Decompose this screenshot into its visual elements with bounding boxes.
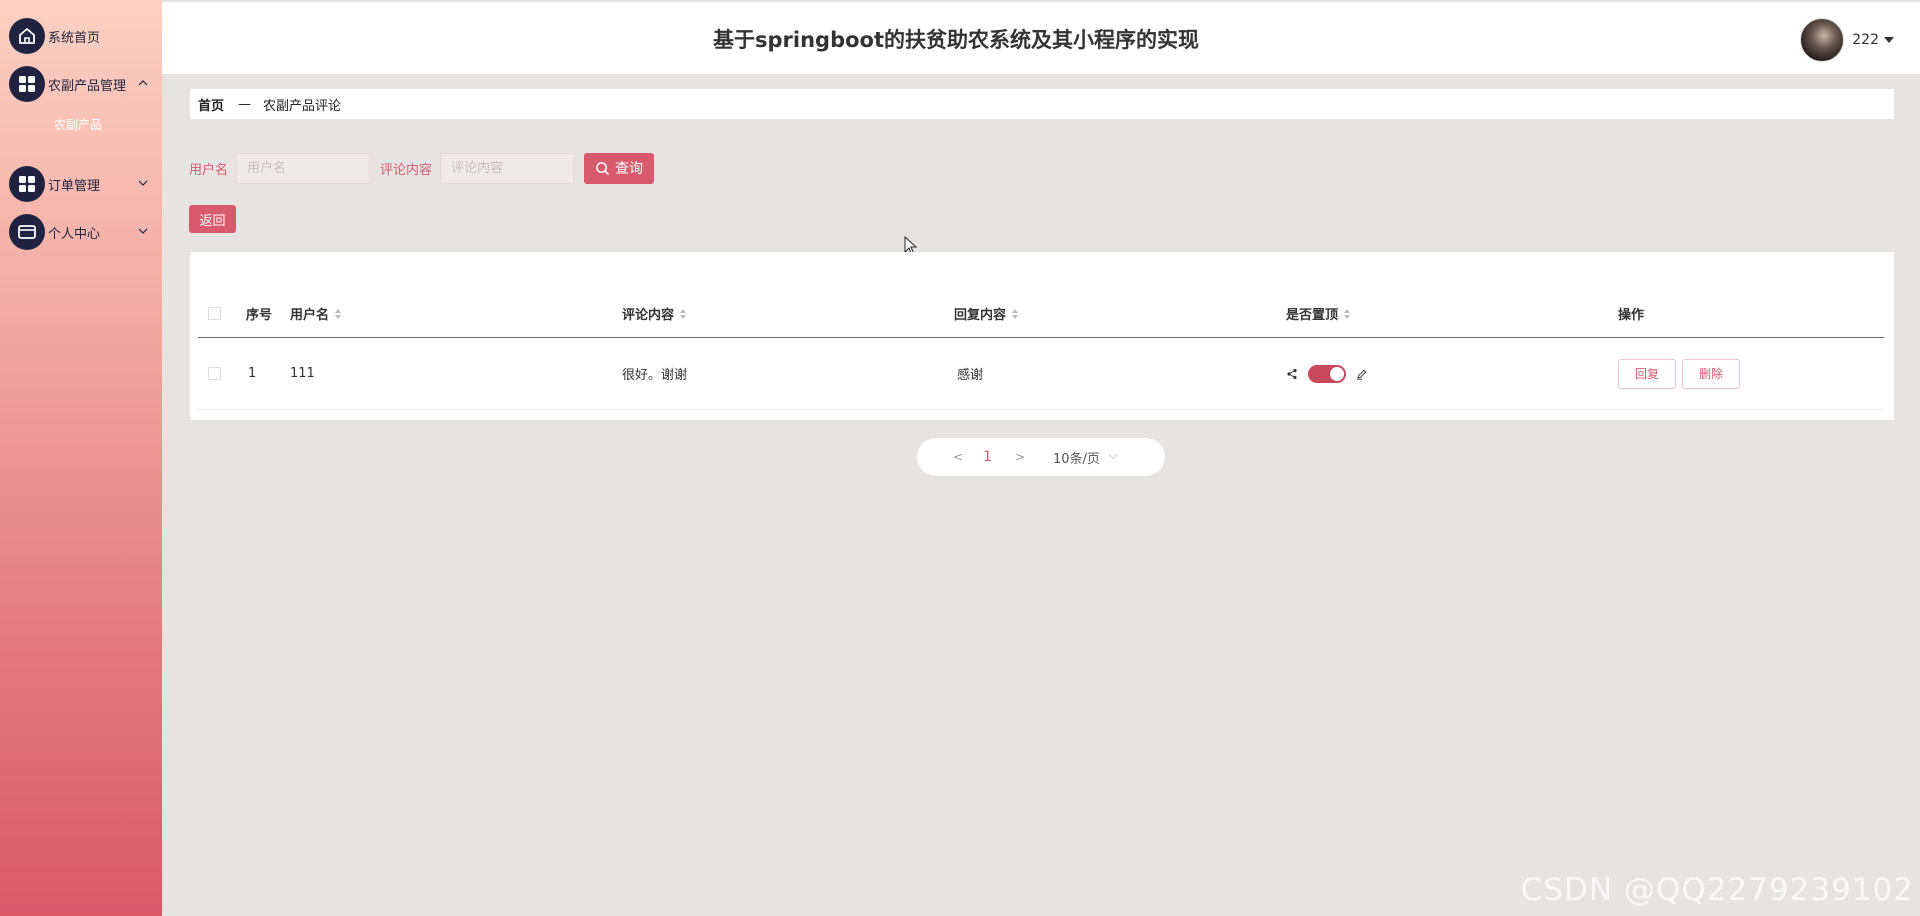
cell-comment: 很好。谢谢: [622, 368, 688, 383]
card-icon: [9, 214, 45, 250]
edit-icon[interactable]: [1356, 368, 1368, 380]
sidebar-subitem-products[interactable]: 农副产品: [54, 116, 102, 133]
delete-button[interactable]: 删除: [1682, 358, 1741, 389]
page-number-1[interactable]: 1: [983, 449, 992, 465]
breadcrumb-home[interactable]: 首页: [198, 95, 224, 114]
watermark: CSDN @QQ2279239102: [1520, 872, 1914, 908]
cell-username: 111: [290, 366, 315, 381]
share-icon[interactable]: [1286, 368, 1298, 380]
sidebar-item-profile[interactable]: 个人中心: [9, 214, 159, 250]
user-menu[interactable]: 222: [1800, 18, 1894, 62]
avatar: [1800, 18, 1845, 62]
grid-icon: [9, 166, 45, 202]
grid-icon: [9, 66, 45, 102]
home-icon: [9, 18, 45, 54]
reply-button[interactable]: 回复: [1618, 358, 1677, 389]
column-header-reply[interactable]: 回复内容: [954, 290, 1019, 337]
column-header-pinned[interactable]: 是否置顶: [1286, 290, 1351, 337]
breadcrumb-separator: —: [238, 96, 252, 112]
column-header-actions: 操作: [1618, 308, 1645, 323]
cell-pinned: [1286, 338, 1368, 409]
query-button[interactable]: 查询: [584, 152, 655, 184]
column-header-label: 回复内容: [954, 308, 1007, 323]
chevron-up-icon: [138, 80, 148, 86]
user-name: 222: [1852, 32, 1879, 48]
sidebar-item-home[interactable]: 系统首页: [9, 18, 159, 54]
pagination: < 1 > 10条/页: [917, 438, 1165, 476]
sidebar: 系统首页 农副产品管理 农副产品 订单管理 个人中心: [0, 0, 162, 916]
pinned-toggle[interactable]: [1308, 364, 1346, 383]
username-input[interactable]: [236, 152, 371, 184]
breadcrumb: 首页 — 农副产品评论: [190, 89, 1894, 119]
page-size-label: 10条/页: [1053, 451, 1100, 467]
comment-input[interactable]: [440, 152, 575, 184]
chevron-down-icon: [138, 180, 148, 186]
sidebar-item-label: 农副产品管理: [48, 78, 127, 94]
sort-icon[interactable]: [1012, 308, 1019, 319]
page-title: 基于springboot的扶贫助农系统及其小程序的实现: [713, 28, 1199, 52]
caret-down-icon: [1884, 37, 1894, 43]
row-checkbox[interactable]: [208, 367, 221, 380]
table-row: 1 111 很好。谢谢 感谢 回复 删除: [198, 338, 1884, 410]
prev-page-button[interactable]: <: [953, 450, 963, 464]
column-header-label: 用户名: [290, 308, 330, 323]
cell-index: 1: [248, 366, 257, 381]
back-button[interactable]: 返回: [189, 205, 236, 233]
comment-label: 评论内容: [380, 162, 433, 178]
sidebar-item-orders[interactable]: 订单管理: [9, 166, 159, 202]
query-button-label: 查询: [615, 161, 644, 177]
comment-table: 序号 用户名 评论内容 回复内容 是否置顶 操作 1 111 很好。谢谢 感谢: [190, 252, 1894, 420]
sidebar-item-label: 个人中心: [48, 226, 101, 242]
column-header-label: 是否置顶: [1286, 308, 1339, 323]
search-form: 用户名 评论内容 查询: [189, 152, 655, 184]
column-header-label: 评论内容: [622, 308, 675, 323]
chevron-down-icon: [1108, 450, 1118, 460]
column-header-username[interactable]: 用户名: [290, 290, 342, 337]
next-page-button[interactable]: >: [1015, 450, 1025, 464]
select-all-checkbox[interactable]: [208, 307, 221, 320]
column-header-comment[interactable]: 评论内容: [622, 290, 687, 337]
cell-reply: 感谢: [957, 368, 984, 383]
sort-icon[interactable]: [1344, 308, 1351, 319]
column-header-index: 序号: [246, 308, 273, 323]
table-header: 序号 用户名 评论内容 回复内容 是否置顶 操作: [198, 290, 1884, 338]
sidebar-item-label: 订单管理: [48, 178, 101, 194]
top-header: 基于springboot的扶贫助农系统及其小程序的实现 222: [162, 0, 1920, 74]
search-icon: [596, 161, 610, 175]
username-label: 用户名: [189, 162, 229, 178]
cell-actions: 回复 删除: [1618, 338, 1746, 409]
chevron-down-icon: [138, 228, 148, 234]
sort-icon[interactable]: [335, 308, 342, 319]
sort-icon[interactable]: [680, 308, 687, 319]
sidebar-item-label: 系统首页: [48, 30, 101, 46]
breadcrumb-current: 农副产品评论: [263, 98, 342, 114]
page-size-select[interactable]: 10条/页: [1053, 448, 1118, 467]
sidebar-item-products[interactable]: 农副产品管理: [9, 66, 159, 102]
